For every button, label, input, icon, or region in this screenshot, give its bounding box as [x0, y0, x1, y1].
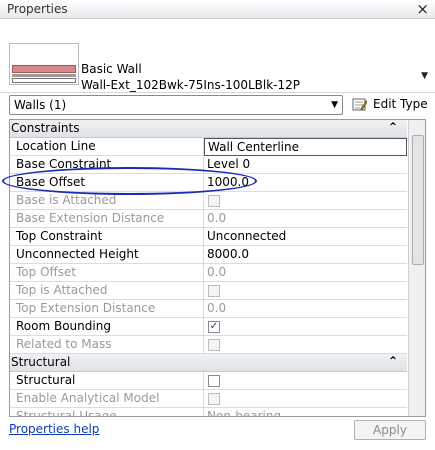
- properties-titlebar: Properties ×: [0, 0, 435, 19]
- unconnected-height-field[interactable]: 8000.0: [204, 246, 407, 264]
- row-label: Top Constraint: [10, 228, 204, 246]
- row-top-constraint[interactable]: Top Constraint Unconnected: [10, 228, 407, 246]
- row-room-bounding[interactable]: Room Bounding ✓: [10, 318, 407, 336]
- footer: Properties help Apply: [0, 417, 435, 450]
- filter-bar: Walls (1) ▼ Edit Type: [0, 93, 435, 119]
- row-location-line[interactable]: Location Line Wall Centerline: [10, 138, 407, 156]
- base-offset-field[interactable]: 1000.0: [204, 174, 407, 192]
- group-label: Structural: [11, 355, 71, 369]
- row-label: Base Extension Distance: [10, 210, 204, 228]
- instance-filter-value: Walls (1): [14, 98, 67, 112]
- collapse-icon[interactable]: ⌃: [388, 120, 398, 134]
- chevron-down-icon[interactable]: ▼: [421, 71, 428, 81]
- structural-checkbox[interactable]: [208, 375, 220, 387]
- group-label: Constraints: [11, 121, 80, 135]
- row-label: Top Extension Distance: [10, 300, 204, 318]
- top-extension-distance-field: 0.0: [204, 300, 407, 318]
- related-to-mass-checkbox: [208, 339, 220, 351]
- type-selector[interactable]: Basic Wall Wall-Ext_102Bwk-75Ins-100LBlk…: [0, 19, 435, 93]
- row-base-offset[interactable]: Base Offset 1000.0: [10, 174, 407, 192]
- row-base-extension-distance: Base Extension Distance 0.0: [10, 210, 407, 228]
- vertical-scrollbar[interactable]: [408, 120, 425, 416]
- location-line-field[interactable]: Wall Centerline: [204, 138, 407, 156]
- base-extension-distance-field: 0.0: [204, 210, 407, 228]
- row-label: Related to Mass: [10, 336, 204, 354]
- row-enable-analytical-model: Enable Analytical Model: [10, 390, 407, 408]
- row-base-constraint[interactable]: Base Constraint Level 0: [10, 156, 407, 174]
- row-label: Structural: [10, 372, 204, 390]
- properties-help-link[interactable]: Properties help: [9, 422, 99, 436]
- group-structural[interactable]: Structural ⌃: [10, 354, 407, 372]
- type-family: Basic Wall: [81, 62, 142, 76]
- row-structural-usage: Structural Usage Non-bearing: [10, 408, 407, 416]
- row-top-is-attached: Top is Attached: [10, 282, 407, 300]
- row-top-offset: Top Offset 0.0: [10, 264, 407, 282]
- type-name: Wall-Ext_102Bwk-75Ins-100LBlk-12P: [81, 78, 301, 92]
- row-label: Base Offset: [10, 174, 204, 192]
- edit-type-label: Edit Type: [373, 97, 428, 111]
- group-constraints[interactable]: Constraints ⌃: [10, 120, 407, 138]
- instance-filter-dropdown[interactable]: Walls (1) ▼: [9, 95, 343, 115]
- window-title: Properties: [7, 2, 68, 16]
- row-label: Unconnected Height: [10, 246, 204, 264]
- collapse-icon[interactable]: ⌃: [388, 354, 398, 368]
- row-label: Top Offset: [10, 264, 204, 282]
- base-constraint-field[interactable]: Level 0: [204, 156, 407, 174]
- properties-grid: Constraints ⌃ Location Line Wall Centerl…: [9, 119, 426, 417]
- top-constraint-field[interactable]: Unconnected: [204, 228, 407, 246]
- structural-usage-field: Non-bearing: [204, 408, 407, 416]
- apply-button[interactable]: Apply: [354, 420, 426, 440]
- row-label: Structural Usage: [10, 408, 204, 416]
- enable-analytical-model-checkbox: [208, 393, 220, 405]
- row-base-is-attached: Base is Attached: [10, 192, 407, 210]
- top-is-attached-checkbox: [208, 285, 220, 297]
- row-top-extension-distance: Top Extension Distance 0.0: [10, 300, 407, 318]
- top-offset-field: 0.0: [204, 264, 407, 282]
- room-bounding-checkbox[interactable]: ✓: [208, 321, 220, 333]
- row-label: Location Line: [10, 138, 204, 156]
- row-label: Enable Analytical Model: [10, 390, 204, 408]
- row-structural[interactable]: Structural: [10, 372, 407, 390]
- scrollbar-thumb[interactable]: [412, 135, 424, 265]
- row-unconnected-height[interactable]: Unconnected Height 8000.0: [10, 246, 407, 264]
- edit-type-button[interactable]: Edit Type: [352, 95, 432, 115]
- close-icon[interactable]: ×: [416, 0, 429, 18]
- edit-type-icon: [352, 98, 367, 111]
- row-label: Room Bounding: [10, 318, 204, 336]
- row-label: Base Constraint: [10, 156, 204, 174]
- row-label: Base is Attached: [10, 192, 204, 210]
- row-label: Top is Attached: [10, 282, 204, 300]
- chevron-down-icon: ▼: [331, 100, 338, 110]
- row-related-to-mass: Related to Mass: [10, 336, 407, 354]
- wall-type-swatch: [9, 43, 79, 85]
- base-is-attached-checkbox: [208, 195, 220, 207]
